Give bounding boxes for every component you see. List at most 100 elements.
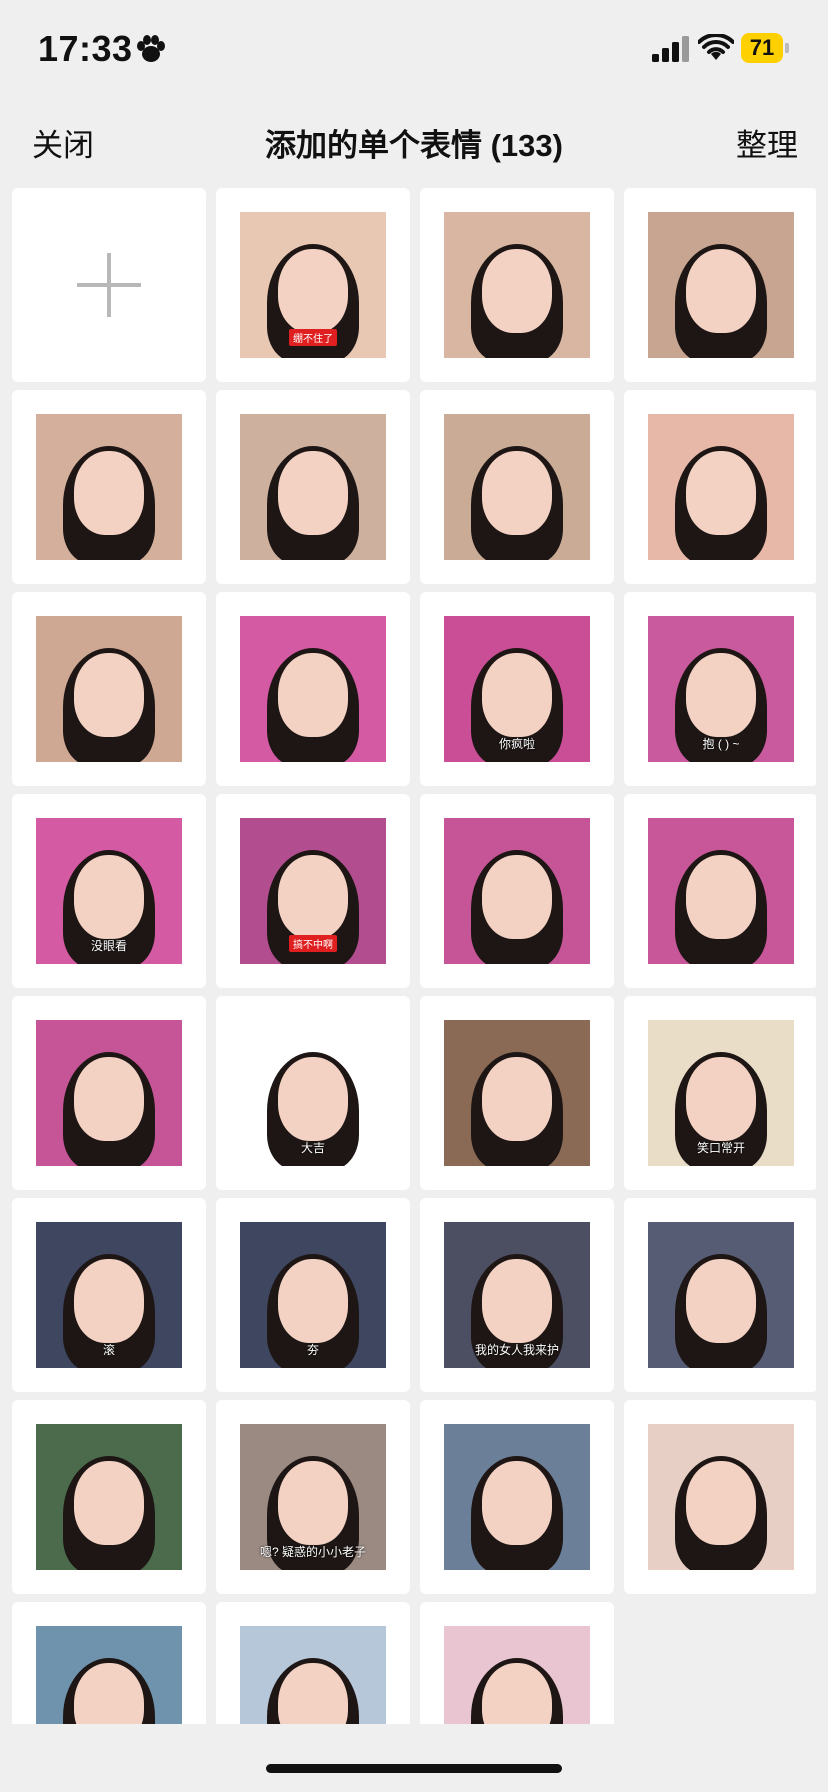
cellular-signal-icon bbox=[652, 36, 689, 62]
sticker-face-shape bbox=[74, 450, 144, 535]
sticker-face-shape bbox=[278, 854, 348, 939]
add-sticker-cell[interactable] bbox=[12, 188, 206, 382]
sticker-item[interactable] bbox=[12, 1400, 206, 1594]
sticker-item[interactable] bbox=[216, 592, 410, 786]
sticker-thumbnail bbox=[648, 1424, 794, 1570]
sticker-caption: 夯 bbox=[306, 1343, 319, 1357]
sticker-item[interactable] bbox=[420, 1400, 614, 1594]
sticker-item[interactable]: 我的女人我来护 bbox=[420, 1198, 614, 1392]
sticker-item[interactable]: 没眼看 bbox=[12, 794, 206, 988]
sticker-thumbnail: 夯 bbox=[240, 1222, 386, 1368]
sticker-thumbnail bbox=[444, 1626, 590, 1724]
sticker-item[interactable]: 抱 ( ) ~ bbox=[624, 592, 816, 786]
sticker-item[interactable] bbox=[420, 1602, 614, 1724]
sticker-thumbnail: 你疯啦 bbox=[444, 616, 590, 762]
sticker-thumbnail bbox=[444, 212, 590, 358]
sticker-face-shape bbox=[482, 854, 552, 939]
sticker-thumbnail bbox=[648, 1222, 794, 1368]
sticker-face-shape bbox=[482, 1460, 552, 1545]
sticker-face-shape bbox=[686, 854, 756, 939]
sticker-item[interactable]: 嗯? 疑惑的小小老子 bbox=[216, 1400, 410, 1594]
sticker-item[interactable] bbox=[12, 390, 206, 584]
sticker-thumbnail bbox=[36, 616, 182, 762]
sticker-face-shape bbox=[686, 1056, 756, 1141]
sticker-item[interactable] bbox=[420, 390, 614, 584]
sticker-item[interactable]: 大吉 bbox=[216, 996, 410, 1190]
sticker-thumbnail: 笑口常开 bbox=[648, 1020, 794, 1166]
sticker-thumbnail: 没眼看 bbox=[36, 818, 182, 964]
sticker-face-shape bbox=[74, 1258, 144, 1343]
sticker-face-shape bbox=[482, 248, 552, 333]
sticker-thumbnail: 我的女人我来护 bbox=[444, 1222, 590, 1368]
sticker-thumbnail: 嗯? 疑惑的小小老子 bbox=[240, 1424, 386, 1570]
sticker-item[interactable] bbox=[624, 1400, 816, 1594]
battery-indicator: 71 bbox=[741, 33, 789, 63]
sticker-thumbnail: 滚 bbox=[36, 1222, 182, 1368]
sticker-item[interactable] bbox=[624, 794, 816, 988]
battery-cap bbox=[785, 43, 789, 53]
sticker-thumbnail: 搞不中啊 bbox=[240, 818, 386, 964]
sticker-grid: 绷不住了你疯啦 抱 ( ) ~ 没眼看 搞不中啊大吉 笑口常开滚 夯 我的女人我来护嗯? 疑… bbox=[12, 188, 816, 1724]
battery-level: 71 bbox=[749, 35, 775, 60]
sticker-item[interactable] bbox=[420, 188, 614, 382]
sticker-item[interactable]: 绷不住了 bbox=[216, 188, 410, 382]
navigation-bar: 关闭 添加的单个表情 (133) 整理 bbox=[0, 110, 828, 174]
sticker-thumbnail bbox=[36, 1020, 182, 1166]
sticker-tag: 搞不中啊 bbox=[289, 935, 337, 952]
sticker-thumbnail bbox=[240, 1626, 386, 1724]
sticker-thumbnail bbox=[648, 212, 794, 358]
sticker-face-shape bbox=[74, 854, 144, 939]
sticker-caption: 没眼看 bbox=[90, 939, 127, 953]
plus-icon bbox=[77, 253, 141, 317]
sticker-item[interactable] bbox=[624, 188, 816, 382]
sticker-item[interactable]: 笑口常开 bbox=[624, 996, 816, 1190]
sticker-face-shape bbox=[686, 450, 756, 535]
sticker-caption: 大吉 bbox=[300, 1141, 325, 1155]
sticker-face-shape bbox=[482, 1056, 552, 1141]
wifi-icon bbox=[698, 34, 734, 60]
sticker-item[interactable] bbox=[12, 996, 206, 1190]
sticker-caption: 嗯? 疑惑的小小老子 bbox=[259, 1545, 366, 1559]
sticker-thumbnail bbox=[36, 1424, 182, 1570]
sticker-item[interactable]: 夯 bbox=[216, 1198, 410, 1392]
sticker-tag: 绷不住了 bbox=[289, 329, 337, 346]
sticker-item[interactable]: 滚 bbox=[12, 1198, 206, 1392]
sticker-item[interactable] bbox=[216, 1602, 410, 1724]
sticker-face-shape bbox=[278, 1258, 348, 1343]
paw-icon bbox=[137, 35, 165, 62]
sticker-thumbnail: 大吉 bbox=[240, 1020, 386, 1166]
status-bar: 17:33 71 bbox=[0, 0, 828, 100]
sticker-item[interactable] bbox=[420, 996, 614, 1190]
sticker-caption: 抱 ( ) ~ bbox=[702, 737, 740, 751]
sticker-caption: 你疯啦 bbox=[498, 737, 535, 751]
sticker-item[interactable] bbox=[624, 1198, 816, 1392]
sticker-thumbnail bbox=[36, 414, 182, 560]
sticker-face-shape bbox=[278, 1056, 348, 1141]
sticker-item[interactable] bbox=[420, 794, 614, 988]
sticker-item[interactable]: 你疯啦 bbox=[420, 592, 614, 786]
status-time: 17:33 bbox=[38, 28, 133, 69]
sticker-thumbnail bbox=[648, 818, 794, 964]
sticker-face-shape bbox=[482, 652, 552, 737]
sticker-face-shape bbox=[74, 1460, 144, 1545]
sticker-face-shape bbox=[74, 652, 144, 737]
sticker-thumbnail bbox=[240, 414, 386, 560]
organize-button[interactable]: 整理 bbox=[736, 120, 798, 165]
home-indicator[interactable] bbox=[266, 1764, 562, 1773]
sticker-face-shape bbox=[686, 1258, 756, 1343]
sticker-caption: 滚 bbox=[102, 1343, 115, 1357]
sticker-face-shape bbox=[686, 652, 756, 737]
sticker-thumbnail: 绷不住了 bbox=[240, 212, 386, 358]
sticker-thumbnail bbox=[444, 414, 590, 560]
sticker-thumbnail: 抱 ( ) ~ bbox=[648, 616, 794, 762]
sticker-face-shape bbox=[278, 450, 348, 535]
sticker-thumbnail bbox=[240, 616, 386, 762]
sticker-item[interactable] bbox=[624, 390, 816, 584]
sticker-item[interactable] bbox=[216, 390, 410, 584]
sticker-item[interactable]: 搞不中啊 bbox=[216, 794, 410, 988]
page-title: 添加的单个表情 (133) bbox=[265, 128, 563, 163]
sticker-item[interactable] bbox=[12, 1602, 206, 1724]
sticker-face-shape bbox=[482, 1258, 552, 1343]
sticker-item[interactable] bbox=[12, 592, 206, 786]
sticker-face-shape bbox=[278, 248, 348, 333]
